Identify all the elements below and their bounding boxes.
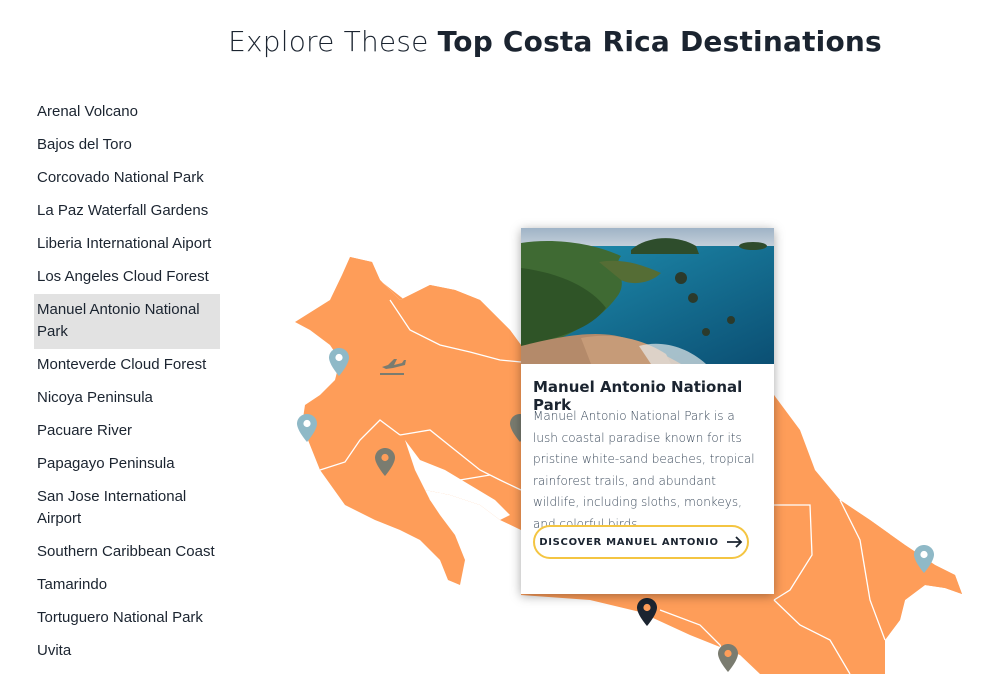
destination-item[interactable]: Uvita xyxy=(34,635,220,668)
destination-label: Pacuare River xyxy=(37,422,133,439)
destination-label: San Jose International Airport xyxy=(37,488,187,527)
destination-card: Manuel Antonio National Park Manuel Anto… xyxy=(521,228,774,594)
destination-item[interactable]: Corcovado National Park xyxy=(34,162,220,195)
destination-item[interactable]: San Jose International Airport xyxy=(34,481,220,536)
map-pin-icon[interactable] xyxy=(718,644,738,672)
destination-item[interactable]: Los Angeles Cloud Forest xyxy=(34,261,220,294)
destination-item[interactable]: Monteverde Cloud Forest xyxy=(34,349,220,382)
destination-label: Tortuguero National Park xyxy=(37,609,203,626)
page-title: Explore These Top Costa Rica Destination… xyxy=(0,25,1000,58)
destination-item[interactable]: Nicoya Peninsula xyxy=(34,382,220,415)
destination-label: Nicoya Peninsula xyxy=(37,389,153,406)
title-light: Explore These xyxy=(228,24,429,58)
destination-label: Uvita xyxy=(37,642,72,659)
destination-item[interactable]: La Paz Waterfall Gardens xyxy=(34,195,220,228)
map-land xyxy=(774,395,962,674)
map-land xyxy=(295,257,521,585)
discover-button-label: DISCOVER MANUEL ANTONIO xyxy=(539,536,719,548)
destination-list: Arenal Volcano Bajos del Toro Corcovado … xyxy=(34,96,220,668)
destination-item[interactable]: Liberia International Aiport xyxy=(34,228,220,261)
destination-label: Southern Caribbean Coast xyxy=(37,543,215,560)
destination-label: Tamarindo xyxy=(37,576,108,593)
destination-label: Bajos del Toro xyxy=(37,136,132,153)
destination-label: Monteverde Cloud Forest xyxy=(37,356,207,373)
destination-item[interactable]: Tortuguero National Park xyxy=(34,602,220,635)
destination-label: Corcovado National Park xyxy=(37,169,204,186)
map-pin-active-icon[interactable] xyxy=(637,598,657,626)
destination-label: Arenal Volcano xyxy=(37,103,138,120)
destination-item[interactable]: Southern Caribbean Coast xyxy=(34,536,220,569)
destination-item[interactable]: Bajos del Toro xyxy=(34,129,220,162)
destination-label: Liberia International Aiport xyxy=(37,235,212,252)
destination-item[interactable]: Tamarindo xyxy=(34,569,220,602)
arrow-right-icon xyxy=(726,536,743,548)
destination-label: La Paz Waterfall Gardens xyxy=(37,202,209,219)
title-bold: Top Costa Rica Destinations xyxy=(437,24,882,58)
destination-item[interactable]: Pacuare River xyxy=(34,415,220,448)
destination-label: Papagayo Peninsula xyxy=(37,455,175,472)
destination-photo xyxy=(521,228,774,364)
discover-button[interactable]: DISCOVER MANUEL ANTONIO xyxy=(533,525,749,559)
destination-label: Manuel Antonio National Park xyxy=(37,301,200,340)
destination-label: Los Angeles Cloud Forest xyxy=(37,268,209,285)
destination-item[interactable]: Papagayo Peninsula xyxy=(34,448,220,481)
card-description: Manuel Antonio National Park is a lush c… xyxy=(533,409,755,531)
destination-item[interactable]: Arenal Volcano xyxy=(34,96,220,129)
destination-item-active[interactable]: Manuel Antonio National Park xyxy=(34,294,220,349)
